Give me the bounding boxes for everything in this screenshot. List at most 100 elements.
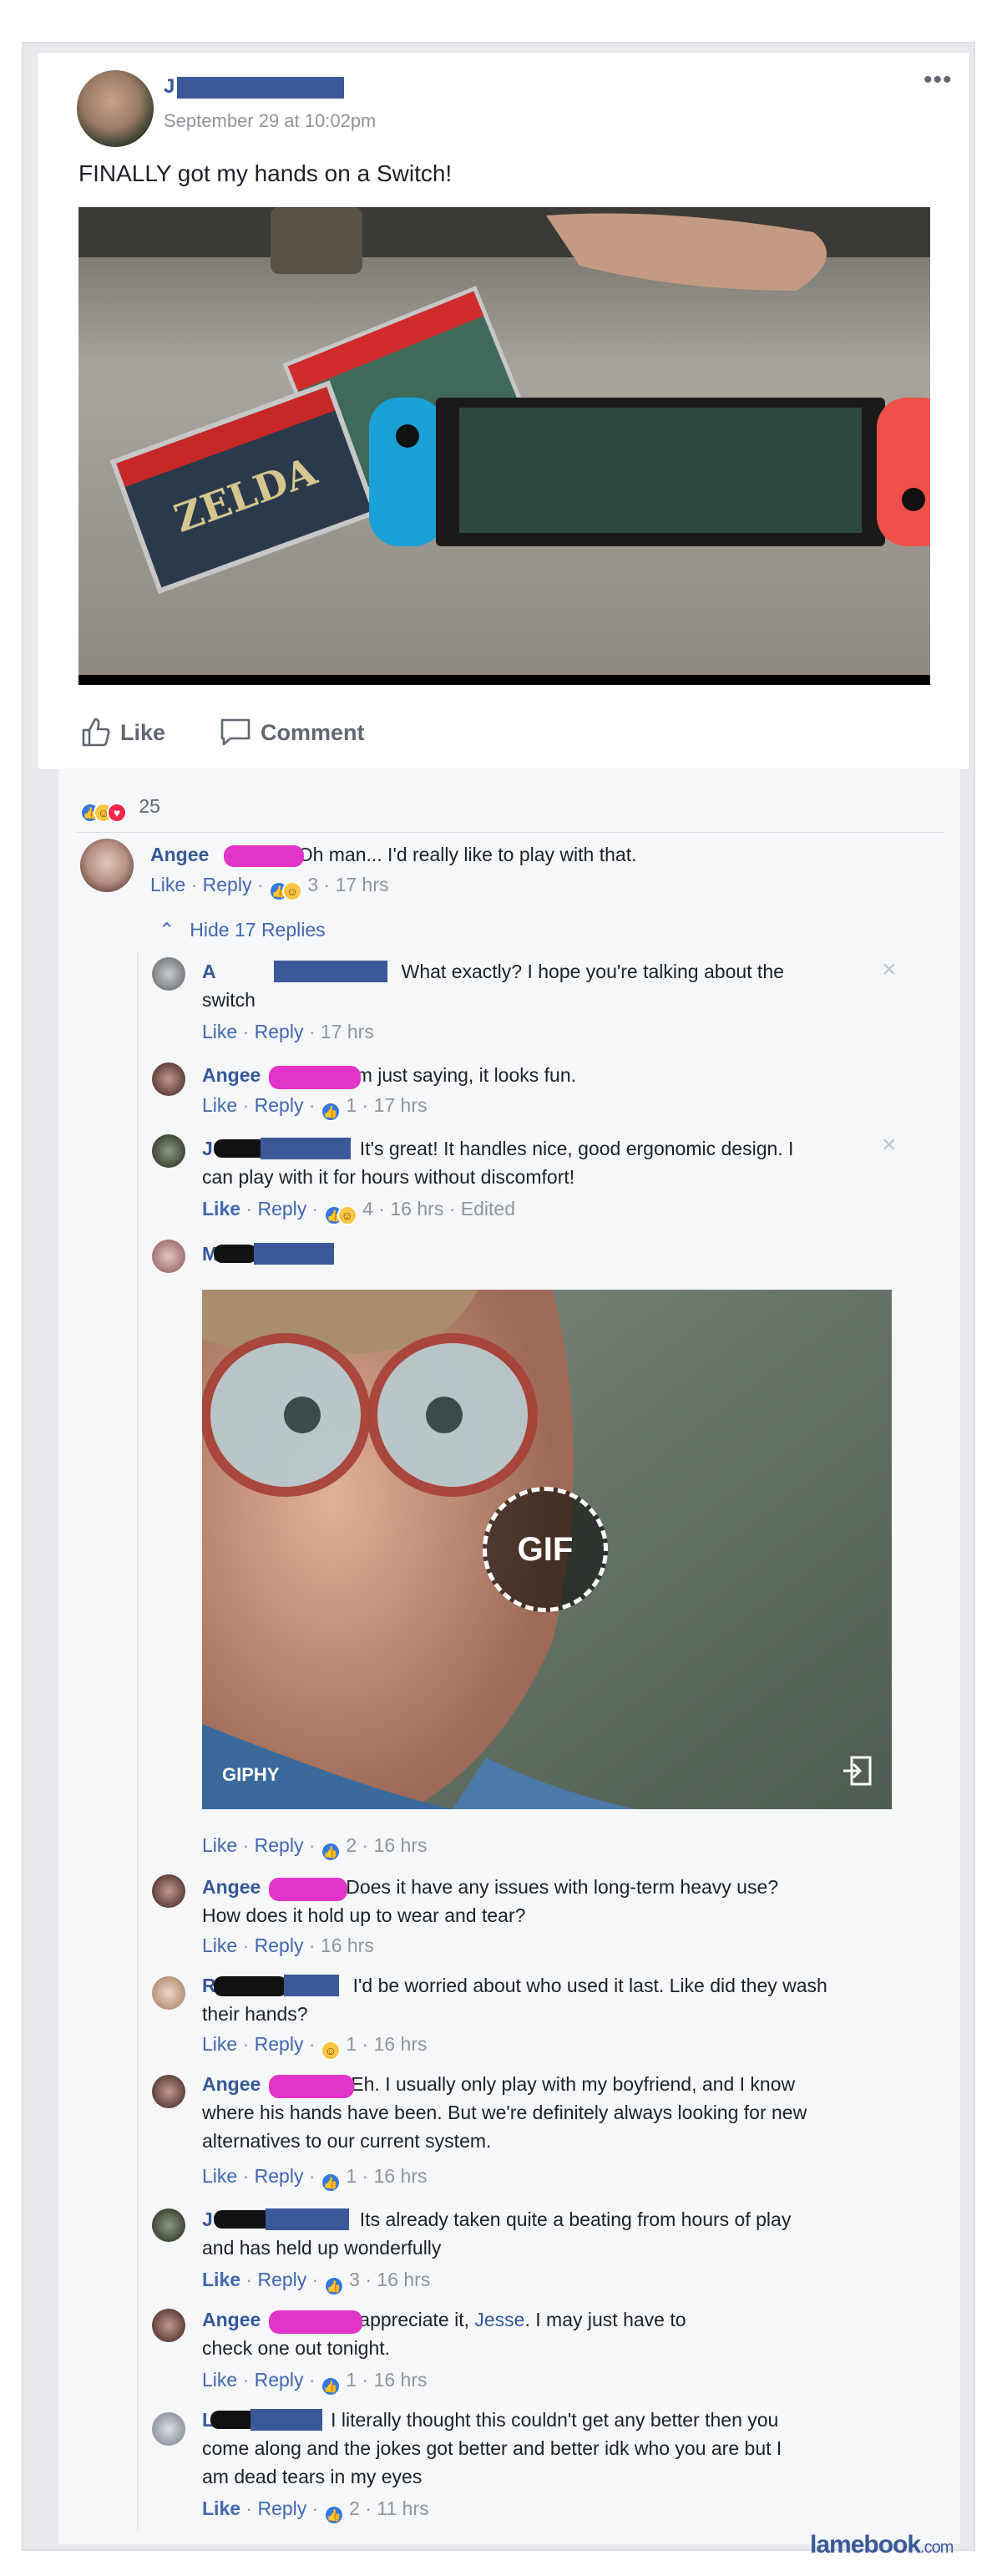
like-button[interactable]: Like [78, 715, 179, 748]
reply-time[interactable]: 11 hrs [377, 2497, 428, 2519]
like-reaction-icon: 👍 [320, 1102, 341, 1122]
reply-author[interactable]: Angee [202, 2073, 261, 2095]
reply-avatar[interactable] [152, 1134, 185, 1168]
reply-text-line: Its already taken quite a beating from h… [359, 2208, 792, 2230]
reply-reaction-count[interactable]: 1 [346, 2165, 357, 2187]
reply-like-link[interactable]: Like [202, 1021, 237, 1042]
like-reaction-icon: 👍 [320, 2173, 341, 2193]
like-reaction-icon: 👍 [320, 2376, 341, 2396]
reply-time[interactable]: 16 hrs [374, 2033, 428, 2055]
post-author-avatar[interactable] [77, 70, 154, 147]
reply-avatar[interactable] [152, 1976, 185, 2010]
reply-text-line: appreciate it, [359, 2309, 475, 2330]
post-timestamp[interactable]: September 29 at 10:02pm [164, 110, 376, 132]
reply-author[interactable]: Angee [202, 1876, 261, 1898]
comment-button[interactable]: Comment [219, 715, 386, 748]
reply-reaction-count[interactable]: 2 [346, 1834, 357, 1856]
reply-reply-link[interactable]: Reply [255, 1094, 304, 1116]
redacted-name [261, 1138, 351, 1159]
mention-link[interactable]: Jesse [474, 2309, 524, 2330]
reply-like-link[interactable]: Like [202, 2369, 237, 2391]
reply-reply-link[interactable]: Reply [257, 2269, 306, 2290]
reply-like-link[interactable]: Like [202, 2033, 237, 2055]
reply-avatar[interactable] [152, 2075, 185, 2108]
reply-time[interactable]: 16 hrs [374, 2369, 428, 2391]
reply-author[interactable]: Angee [202, 2309, 261, 2330]
reply-text-line: am dead tears in my eyes [202, 2466, 423, 2487]
reply-reply-link[interactable]: Reply [255, 1834, 304, 1856]
reply-reaction-count[interactable]: 3 [349, 2269, 360, 2290]
close-icon[interactable]: × [882, 1133, 897, 1158]
reply-time[interactable]: 16 hrs [374, 2165, 428, 2187]
reply-text-line: I'd be worried about who used it last. L… [352, 1975, 827, 1996]
reply-author[interactable]: A [202, 961, 216, 982]
reply-reaction-count[interactable]: 1 [346, 1094, 357, 1116]
redacted-name [269, 1066, 361, 1089]
reply-reply-link[interactable]: Reply [255, 1935, 304, 1956]
post-author-name[interactable]: J [164, 75, 175, 99]
reply-like-link[interactable]: Like [202, 2497, 240, 2519]
reply-author[interactable]: J [202, 1138, 213, 1159]
reply-author[interactable]: Angee [202, 1064, 261, 1086]
reply-like-link[interactable]: Like [202, 2165, 237, 2187]
reply-reply-link[interactable]: Reply [257, 2497, 306, 2519]
more-dots-icon[interactable]: ••• [924, 68, 953, 93]
top-comment-author[interactable]: Angee [150, 844, 209, 865]
reply-reply-link[interactable]: Reply [255, 2033, 304, 2055]
reply-reply-link[interactable]: Reply [255, 1021, 304, 1042]
reply-actions: Like · Reply · 👍 2 · 11 hrs [202, 2497, 429, 2525]
redacted-name [269, 1878, 347, 1901]
reply-time[interactable]: 17 hrs [321, 1021, 374, 1042]
reply-avatar[interactable] [152, 2412, 185, 2446]
gif-attachment[interactable]: GIF GIPHY [202, 1290, 892, 1809]
reply-avatar[interactable] [152, 2208, 185, 2242]
reply-actions: Like · Reply · 👍 1 · 16 hrs [202, 2369, 428, 2396]
reply-reaction-count[interactable]: 1 [346, 2033, 357, 2055]
reply-reply-link[interactable]: Reply [255, 2165, 304, 2187]
reply-like-link[interactable]: Like [202, 2269, 240, 2290]
reply-actions: Like · Reply · 17 hrs [202, 1021, 374, 1042]
reply-avatar[interactable] [152, 957, 185, 991]
reply-avatar[interactable] [152, 1874, 185, 1908]
giphy-attribution[interactable]: GIPHY [222, 1764, 279, 1786]
commenter-avatar[interactable] [80, 839, 134, 892]
like-label: Like [120, 720, 166, 745]
reply-reaction-count[interactable]: 2 [349, 2497, 360, 2519]
reply-actions: Like · Reply · ☺ 1 · 16 hrs [202, 2033, 428, 2061]
reply-time[interactable]: 16 hrs [390, 1198, 443, 1220]
reply-time[interactable]: 16 hrs [377, 2269, 430, 2290]
reply-like-link[interactable]: Like [202, 1935, 237, 1956]
gif-badge[interactable]: GIF [483, 1487, 608, 1612]
redacted-name [269, 2075, 354, 2098]
comment-reply-link[interactable]: Reply [203, 874, 252, 895]
comment-bubble-icon [220, 718, 250, 746]
hide-replies-toggle[interactable]: ⌃ Hide 17 Replies [159, 919, 326, 941]
reply-reply-link[interactable]: Reply [257, 1198, 306, 1220]
redacted-name [269, 2310, 362, 2334]
reply-avatar[interactable] [152, 1062, 185, 1096]
close-icon[interactable]: × [882, 957, 897, 982]
redacted-name [254, 1243, 334, 1265]
post-photo[interactable]: ZELDA [78, 207, 930, 685]
open-external-icon[interactable] [840, 1754, 873, 1787]
reply-avatar[interactable] [152, 1240, 185, 1273]
reply-time[interactable]: 16 hrs [374, 1834, 428, 1856]
reply-time[interactable]: 17 hrs [374, 1094, 428, 1116]
reply-author[interactable]: J [202, 2208, 213, 2230]
comment-like-link[interactable]: Like [150, 874, 185, 895]
reply-text-line: come along and the jokes got better and … [202, 2437, 782, 2459]
reply-reaction-count[interactable]: 4 [362, 1198, 373, 1220]
reply-avatar[interactable] [152, 2309, 185, 2342]
post-reactions-summary[interactable]: 👍☺ ♥ 25 [80, 795, 160, 823]
reply-reply-link[interactable]: Reply [255, 2369, 304, 2391]
edited-label[interactable]: Edited [461, 1198, 515, 1220]
reply-time[interactable]: 16 hrs [321, 1935, 374, 1956]
comment-time[interactable]: 17 hrs [336, 874, 389, 895]
reply-like-link[interactable]: Like [202, 1094, 237, 1116]
comment-reaction-count[interactable]: 3 [307, 874, 318, 895]
reply-like-link[interactable]: Like [202, 1198, 240, 1220]
reply-like-link[interactable]: Like [202, 1834, 237, 1856]
post-text: FINALLY got my hands on a Switch! [78, 160, 453, 186]
reply-reaction-count[interactable]: 1 [346, 2369, 357, 2391]
reply-actions: Like · Reply · 👍☺ 4 · 16 hrs · Edited [202, 1198, 515, 1225]
